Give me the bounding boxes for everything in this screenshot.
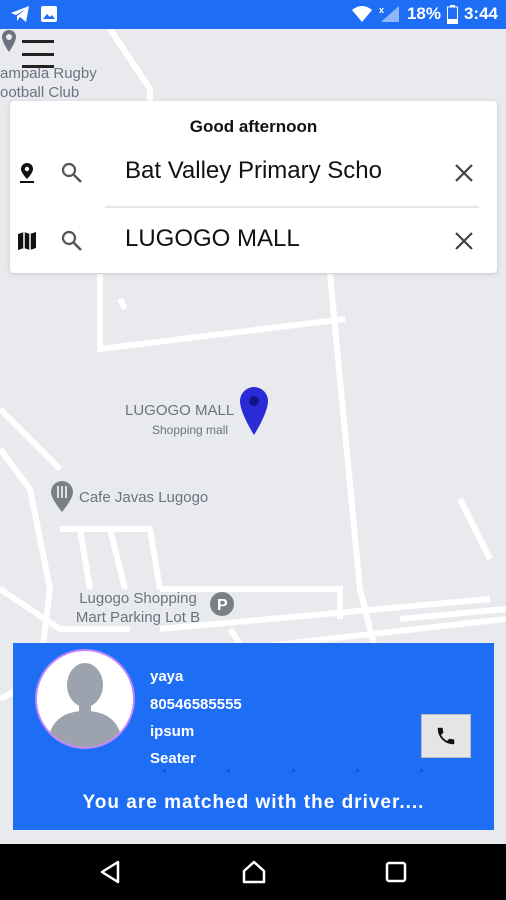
gallery-icon [41, 6, 57, 22]
call-button[interactable] [421, 714, 471, 758]
map-label-cafe: Cafe Javas Lugogo [79, 489, 209, 506]
driver-name: yaya [150, 668, 184, 685]
location-pin-icon [20, 163, 34, 183]
match-status-text: You are matched with the driver.... [82, 792, 425, 813]
menu-icon-bar [22, 40, 54, 43]
recents-icon[interactable] [382, 858, 410, 886]
menu-icon-bar [22, 65, 54, 68]
restaurant-icon[interactable] [50, 481, 74, 513]
menu-icon-bar [22, 52, 54, 56]
search-card: Good afternoon Bat Valley Primary Scho L… [10, 101, 497, 273]
clear-destination-icon[interactable] [453, 230, 475, 252]
map-label-parking: Lugogo Shopping Mart Parking Lot B [75, 590, 201, 626]
parking-icon[interactable]: P [209, 591, 235, 617]
clear-pickup-icon[interactable] [453, 162, 475, 184]
wifi-icon [351, 6, 372, 22]
battery-icon [446, 4, 458, 24]
greeting-text: Good afternoon [189, 117, 318, 136]
map-label-mall: LUGOGO MALL [125, 402, 235, 419]
driver-avatar [35, 649, 135, 749]
driver-seats: Seater [150, 750, 196, 767]
destination-marker-icon[interactable] [238, 385, 270, 435]
loading-dots [163, 769, 423, 773]
telegram-icon [11, 6, 29, 22]
signal-icon: x [379, 5, 399, 22]
clock: 3:44 [463, 4, 498, 23]
map-icon [18, 232, 36, 250]
search-icon [61, 230, 82, 251]
status-bar: x 18% 3:44 [0, 0, 506, 29]
map-label-rugby-club: ampala Rugby ootball Club [0, 65, 97, 101]
battery-percent: 18% [406, 4, 441, 23]
driver-car: ipsum [150, 723, 195, 740]
pickup-row[interactable]: Bat Valley Primary Scho [10, 149, 497, 197]
driver-card: yaya 80546585555 ipsum Seater You are ma… [13, 643, 494, 830]
person-silhouette-icon [47, 663, 123, 747]
menu-button[interactable] [22, 40, 54, 68]
svg-text:P: P [217, 597, 228, 614]
map-label-mall-type: Shopping mall [152, 423, 229, 437]
home-icon[interactable] [240, 858, 268, 886]
pickup-input[interactable]: Bat Valley Primary Scho [125, 157, 415, 185]
svg-text:x: x [379, 5, 384, 15]
search-icon [61, 162, 82, 183]
destination-row[interactable]: LUGOGO MALL [10, 217, 497, 265]
navigation-bar [0, 844, 506, 900]
destination-input[interactable]: LUGOGO MALL [125, 225, 415, 253]
phone-icon [437, 727, 455, 745]
driver-phone: 80546585555 [150, 696, 242, 713]
back-icon[interactable] [96, 858, 124, 886]
place-pin-icon [2, 30, 16, 52]
search-divider [105, 206, 479, 208]
